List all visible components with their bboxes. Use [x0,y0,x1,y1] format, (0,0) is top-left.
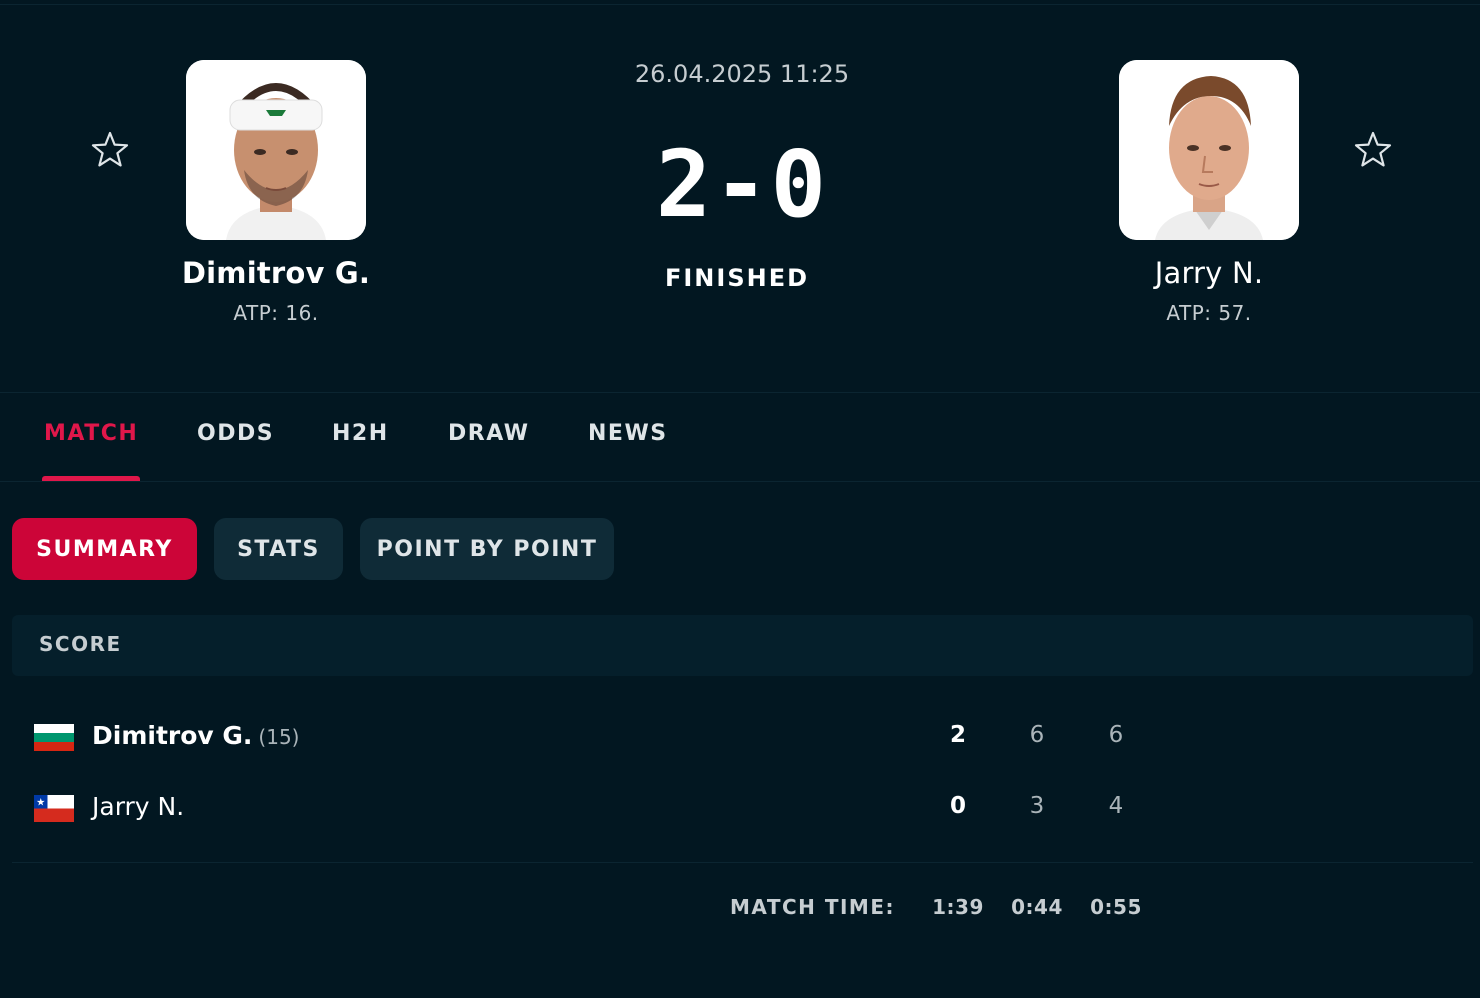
player-rank-home: ATP: 16. [233,301,319,325]
tab-label: ODDS [197,421,275,446]
set-2-score: 6 [1108,722,1124,748]
divider [0,481,1480,482]
match-datetime: 26.04.2025 11:25 [634,60,850,88]
sets-won: 0 [949,793,966,819]
score-section-header: SCORE [12,615,1473,676]
tab-odds[interactable]: ODDS [197,421,274,481]
player-name-away[interactable]: Jarry N. [1059,256,1359,290]
subtab-summary[interactable]: SUMMARY [12,518,197,580]
match-time-set-2: 0:55 [1090,895,1142,919]
player-seed: (15) [258,725,300,749]
player-name-text: Dimitrov G. [92,721,253,750]
score-player-name[interactable]: Jarry N. [92,792,184,821]
match-status: FINISHED [664,264,810,292]
chile-flag-icon [34,795,74,822]
player-name-home[interactable]: Dimitrov G. [126,256,426,290]
match-time-label: MATCH TIME: [730,895,895,919]
player-photo-away[interactable] [1119,60,1299,240]
tab-draw[interactable]: DRAW [448,421,530,481]
tab-h2h[interactable]: H2H [332,421,389,481]
bulgaria-flag-icon [34,724,74,751]
set-1-score: 6 [1029,722,1045,748]
player-photo-home[interactable] [186,60,366,240]
score-row-home: Dimitrov G. (15) 2 6 6 [12,707,1473,767]
set-1-score: 3 [1029,793,1045,819]
favorite-star-icon[interactable] [1352,129,1394,171]
score-row-away: Jarry N. 0 3 4 [12,778,1473,838]
match-detail-page: Dimitrov G. ATP: 16. 26.04.2025 11:25 2-… [0,0,1480,998]
tab-label: H2H [332,421,389,446]
tab-label: MATCH [44,421,139,446]
score-section-title: SCORE [39,632,122,656]
match-header: Dimitrov G. ATP: 16. 26.04.2025 11:25 2-… [0,0,1480,392]
sets-won: 2 [949,722,966,748]
favorite-star-icon[interactable] [89,129,131,171]
match-time-set-1: 0:44 [1011,895,1063,919]
subtab-point-by-point[interactable]: POINT BY POINT [360,518,614,580]
tab-label: NEWS [588,421,668,446]
match-time-total: 1:39 [932,895,984,919]
player-rank-away: ATP: 57. [1166,301,1252,325]
score-player-name[interactable]: Dimitrov G. (15) [92,721,299,750]
set-2-score: 4 [1108,793,1124,819]
tab-label: DRAW [448,421,530,446]
subtab-stats[interactable]: STATS [214,518,343,580]
divider [12,862,1473,863]
main-tabs: MATCH ODDS H2H DRAW NEWS [0,393,1480,481]
match-score: 2-0 [655,131,829,238]
tab-news[interactable]: NEWS [588,421,668,481]
tab-match[interactable]: MATCH [42,421,141,481]
